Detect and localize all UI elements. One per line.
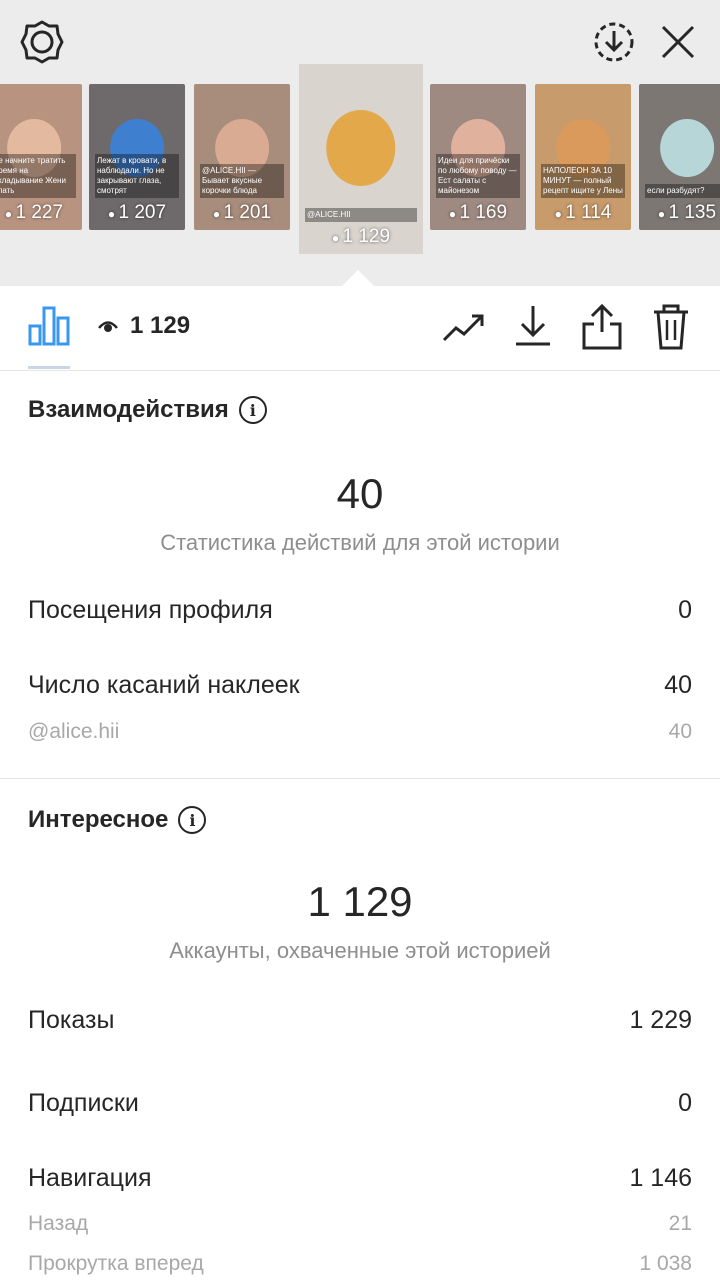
- close-icon[interactable]: [660, 24, 696, 65]
- forward-label: Прокрутка вперед: [28, 1252, 204, 1275]
- impressions-label: Показы: [28, 1006, 115, 1034]
- navigation-row: Навигация 1 146: [28, 1164, 692, 1193]
- impressions-value: 1 229: [629, 1006, 692, 1034]
- thumbnail-views: ● 1 227: [0, 202, 82, 224]
- eye-icon: [98, 321, 118, 332]
- thumbnail-caption: @ALICE.HII — Бывает вкусные корочки блюд…: [200, 164, 284, 198]
- thumbnail-views-count: 1 114: [565, 202, 612, 223]
- follows-row: Подписки 0: [28, 1089, 692, 1118]
- sticker-taps-value: 40: [664, 671, 692, 699]
- thumbnail-caption: если разбудят?: [645, 184, 720, 198]
- navigation-value: 1 146: [629, 1164, 692, 1192]
- thumbnail-caption: @ALICE.HII: [305, 208, 417, 222]
- thumbnail-views-count: 1 129: [342, 226, 391, 247]
- interactions-section-title: Взаимодействия i: [28, 396, 267, 424]
- thumbnail-views: ● 1 201: [194, 202, 290, 224]
- thumbnail-views-count: 1 227: [15, 202, 64, 223]
- story-thumbnail[interactable]: @ALICE.HII ● 1 129: [297, 62, 425, 256]
- thumbnail-views-count: 1 169: [459, 202, 508, 223]
- section-divider: [0, 778, 720, 779]
- reach-total: 1 129: [307, 878, 413, 925]
- profile-visits-row: Посещения профиля 0: [28, 596, 692, 625]
- profile-visits-value: 0: [678, 596, 692, 624]
- thumbnail-caption: Лежат в кровати, в наблюдали. Но не закр…: [95, 154, 179, 198]
- insights-toolbar: 1 129: [0, 286, 720, 371]
- eye-icon: ●: [212, 207, 224, 221]
- sticker-mention-row: @alice.hii 40: [28, 720, 692, 744]
- eye-icon: ●: [107, 207, 119, 221]
- sticker-taps-label: Число касаний наклеек: [28, 671, 300, 699]
- eye-icon: ●: [448, 207, 460, 221]
- navigation-label: Навигация: [28, 1164, 152, 1192]
- forward-row: Прокрутка вперед 1 038: [28, 1252, 692, 1276]
- interactions-total: 40: [336, 470, 384, 517]
- thumbnail-views: ● 1 114: [535, 202, 631, 224]
- thumbnail-views: ● 1 207: [89, 202, 185, 224]
- reach-caption: Аккаунты, охваченные этой историей: [169, 938, 551, 963]
- share-icon[interactable]: [582, 303, 622, 355]
- thumbnail-views-count: 1 201: [223, 202, 272, 223]
- views-count: 1 129: [130, 312, 191, 339]
- eye-icon: ●: [331, 231, 343, 245]
- info-icon[interactable]: i: [238, 396, 267, 424]
- thumbnail-caption: Идеи для причёски по любому поводу — Ест…: [436, 154, 520, 198]
- discovery-section-title: Интересное i: [28, 806, 207, 834]
- eye-icon: ●: [4, 207, 16, 221]
- back-label: Назад: [28, 1212, 89, 1235]
- story-strip-area: не начните тратить время на укладывание …: [0, 0, 720, 286]
- thumbnail-caption: не начните тратить время на укладывание …: [0, 154, 76, 198]
- eye-icon: ●: [657, 207, 669, 221]
- download-icon[interactable]: [514, 304, 552, 353]
- thumbnail-views: ● 1 169: [430, 202, 526, 224]
- follows-label: Подписки: [28, 1089, 139, 1117]
- story-thumbnail[interactable]: Идеи для причёски по любому поводу — Ест…: [430, 84, 526, 230]
- interactions-title: Взаимодействия: [28, 396, 229, 423]
- story-thumbnail[interactable]: НАПОЛЕОН ЗА 10 МИНУТ — полный рецепт ищи…: [535, 84, 631, 230]
- story-thumbnail[interactable]: не начните тратить время на укладывание …: [0, 84, 82, 230]
- profile-visits-label: Посещения профиля: [28, 596, 273, 624]
- bar-chart-icon[interactable]: [28, 306, 70, 351]
- thumbnail-image: [326, 109, 396, 186]
- info-icon[interactable]: i: [178, 806, 207, 834]
- story-insights-panel: 1 129 Взаимодействия i 40 Статистика дей…: [0, 286, 720, 1280]
- follows-value: 0: [678, 1089, 692, 1117]
- thumbnail-views: ● 1 135: [639, 202, 720, 224]
- story-thumbnail-strip[interactable]: не начните тратить время на укладывание …: [0, 62, 720, 262]
- back-row: Назад 21: [28, 1212, 692, 1236]
- eye-icon: ●: [554, 207, 566, 221]
- story-thumbnail[interactable]: Лежат в кровати, в наблюдали. Но не закр…: [89, 84, 185, 230]
- story-thumbnail[interactable]: если разбудят? ● 1 135: [639, 84, 720, 230]
- sticker-mention-label: @alice.hii: [28, 720, 120, 743]
- forward-value: 1 038: [639, 1252, 692, 1275]
- thumbnail-views-count: 1 207: [118, 202, 167, 223]
- trash-icon[interactable]: [652, 304, 690, 355]
- active-tab-indicator: [28, 366, 70, 369]
- thumbnail-views-count: 1 135: [668, 202, 717, 223]
- sticker-taps-row: Число касаний наклеек 40: [28, 671, 692, 700]
- interactions-caption: Статистика действий для этой истории: [160, 530, 560, 555]
- back-value: 21: [668, 1212, 692, 1235]
- sticker-mention-value: 40: [668, 720, 692, 743]
- discovery-title: Интересное: [28, 806, 169, 833]
- story-thumbnail[interactable]: @ALICE.HII — Бывает вкусные корочки блюд…: [194, 84, 290, 230]
- thumbnail-caption: НАПОЛЕОН ЗА 10 МИНУТ — полный рецепт ищи…: [541, 164, 625, 198]
- trending-up-icon[interactable]: [442, 312, 486, 349]
- impressions-row: Показы 1 229: [28, 1006, 692, 1035]
- views-counter: 1 129: [98, 312, 190, 340]
- thumbnail-views: ● 1 129: [299, 226, 423, 248]
- thumbnail-image: [660, 119, 714, 178]
